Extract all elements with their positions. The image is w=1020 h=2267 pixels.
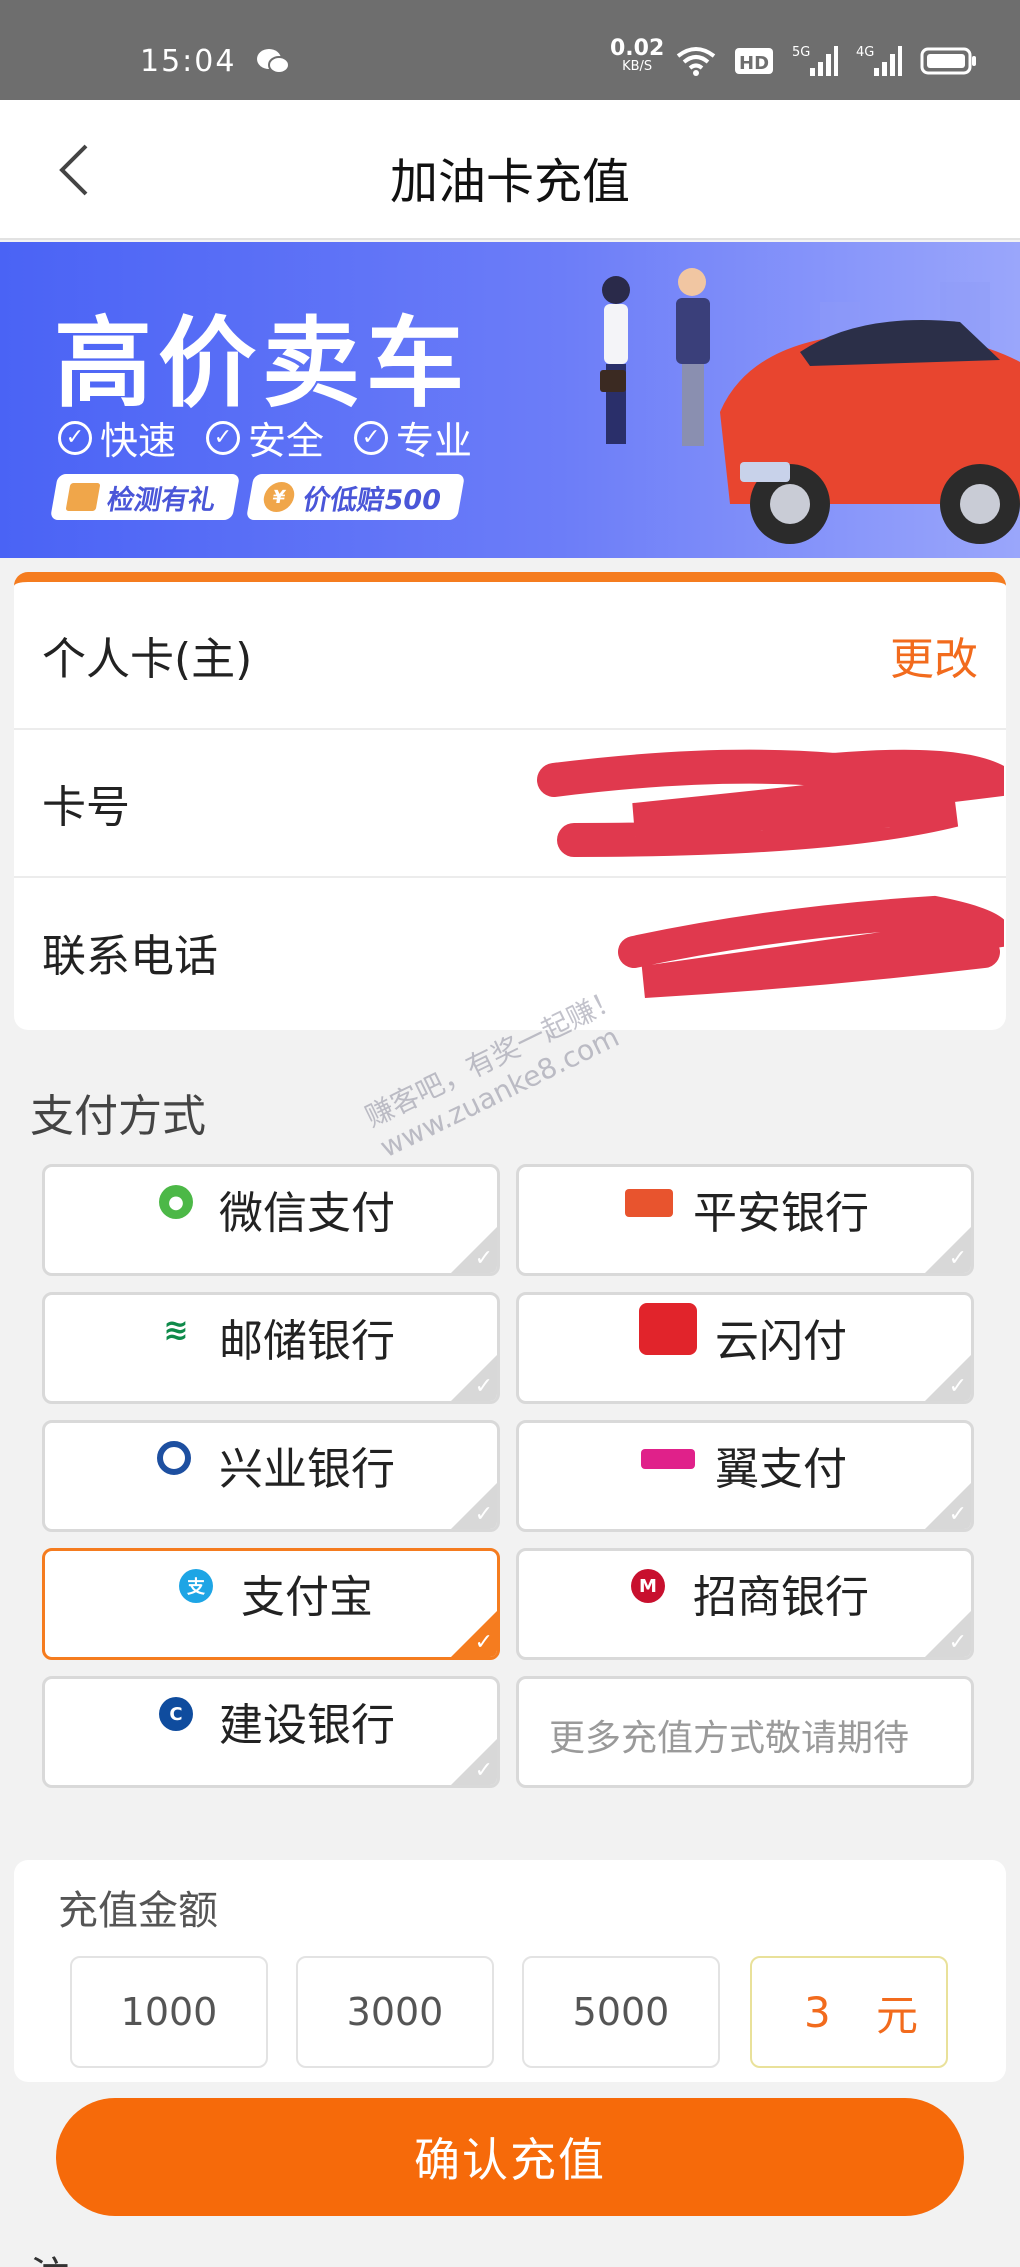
gift-icon — [65, 483, 101, 511]
pay-option-pingan[interactable]: 平安银行 ✓ — [516, 1164, 974, 1276]
amount-panel: 充值金额 1000 3000 5000 3 元 — [14, 1860, 1006, 2082]
card-number-label: 卡号 — [42, 782, 130, 833]
amount-title: 充值金额 — [58, 1888, 218, 1934]
card-number-row[interactable]: 卡号 — [14, 730, 1006, 878]
checkmark-icon: ✓ — [474, 1630, 493, 1655]
pay-option-alipay[interactable]: 支 支付宝 ✓ — [42, 1548, 500, 1660]
cmb-icon: M — [631, 1569, 665, 1603]
custom-amount-unit: 元 — [875, 1990, 918, 2040]
network-speed: 0.02 KB/S — [610, 36, 665, 75]
check-circle-icon: ✓ — [58, 420, 92, 455]
wifi-icon — [676, 47, 716, 76]
confirm-recharge-button[interactable]: 确认充值 — [56, 2098, 964, 2216]
checkmark-icon: ✓ — [948, 1374, 967, 1399]
pay-option-bestpay[interactable]: 翼支付 ✓ — [516, 1420, 974, 1532]
banner-tag-inspection: 检测有礼 — [49, 474, 241, 520]
checkmark-icon: ✓ — [474, 1758, 493, 1783]
payment-section-title: 支付方式 — [30, 1091, 206, 1142]
checkmark-icon: ✓ — [474, 1374, 493, 1399]
card-info-panel: 个人卡(主) 更改 卡号 联系电话 — [14, 572, 1006, 1030]
coin-icon: ¥ — [261, 482, 297, 512]
banner-tag-compensation: ¥ 价低赔500 — [245, 474, 466, 520]
signal-5g-icon: 5G — [792, 45, 838, 76]
check-circle-icon: ✓ — [354, 420, 389, 455]
pay-option-unionpay[interactable]: 云闪付 ✓ — [516, 1292, 974, 1404]
hd-icon: HD — [735, 48, 773, 74]
checkmark-icon: ✓ — [948, 1246, 967, 1271]
signal-4g-icon: 4G — [856, 45, 902, 76]
phone-label: 联系电话 — [42, 931, 218, 982]
redacted-phone — [618, 895, 1004, 998]
phone-row[interactable]: 联系电话 — [14, 878, 1006, 1026]
more-payment-placeholder: 更多充值方式敬请期待 — [516, 1676, 974, 1788]
cib-icon — [157, 1441, 191, 1475]
wechat-notification-icon — [257, 49, 290, 74]
pay-option-wechat[interactable]: ● 微信支付 ✓ — [42, 1164, 500, 1276]
psbc-icon: ≋ — [163, 1312, 189, 1348]
amount-option-5000[interactable]: 5000 — [522, 1956, 720, 2068]
svg-text:4G: 4G — [856, 45, 874, 60]
banner-title: 高价卖车 — [54, 307, 471, 421]
checkmark-icon: ✓ — [948, 1502, 967, 1527]
banner-feature: ✓ 快速 — [58, 410, 176, 465]
alipay-icon: 支 — [179, 1569, 213, 1603]
custom-amount-value: 3 — [804, 1987, 831, 2037]
custom-amount-input[interactable]: 3 元 — [750, 1956, 948, 2068]
battery-icon — [920, 47, 976, 75]
checkmark-icon: ✓ — [474, 1502, 493, 1527]
banner-features: ✓ 快速 ✓ 安全 ✓ 专业 — [58, 410, 472, 465]
svg-text:5G: 5G — [792, 45, 810, 60]
car-handshake-illustration — [600, 268, 1020, 544]
unionpay-quickpass-icon — [639, 1303, 697, 1355]
banner-feature: ✓ 安全 — [206, 410, 324, 465]
wechat-pay-icon: ● — [159, 1185, 193, 1219]
banner-feature: ✓ 专业 — [354, 410, 472, 465]
status-bar: 15:04 0.02 KB/S HD 5G 4G — [0, 0, 1020, 100]
amount-option-3000[interactable]: 3000 — [296, 1956, 494, 2068]
page-title: 加油卡充值 — [389, 154, 630, 210]
pay-option-psbc[interactable]: ≋ 邮储银行 ✓ — [42, 1292, 500, 1404]
ccb-icon: C — [159, 1697, 193, 1731]
pay-option-ccb[interactable]: C 建设银行 ✓ — [42, 1676, 500, 1788]
amount-option-1000[interactable]: 1000 — [70, 1956, 268, 2068]
note-label: 注: — [30, 2244, 83, 2267]
pingan-bank-icon — [625, 1189, 673, 1217]
bestpay-icon — [641, 1449, 695, 1469]
promo-banner[interactable]: 高价卖车 ✓ 快速 ✓ 安全 ✓ 专业 检测有礼 ¥ 价低赔500 — [0, 242, 1020, 558]
svg-text:HD: HD — [739, 53, 769, 74]
status-time: 15:04 — [140, 44, 237, 79]
checkmark-icon: ✓ — [474, 1246, 493, 1271]
redacted-card-number — [537, 749, 1004, 857]
card-type-label: 个人卡(主) — [42, 634, 253, 685]
card-type-row: 个人卡(主) 更改 — [14, 582, 1006, 730]
change-card-link[interactable]: 更改 — [890, 623, 978, 687]
app-header: 加油卡充值 — [0, 100, 1020, 240]
pay-option-cmb[interactable]: M 招商银行 ✓ — [516, 1548, 974, 1660]
checkmark-icon: ✓ — [948, 1630, 967, 1655]
pay-option-cib[interactable]: 兴业银行 ✓ — [42, 1420, 500, 1532]
check-circle-icon: ✓ — [206, 420, 241, 455]
